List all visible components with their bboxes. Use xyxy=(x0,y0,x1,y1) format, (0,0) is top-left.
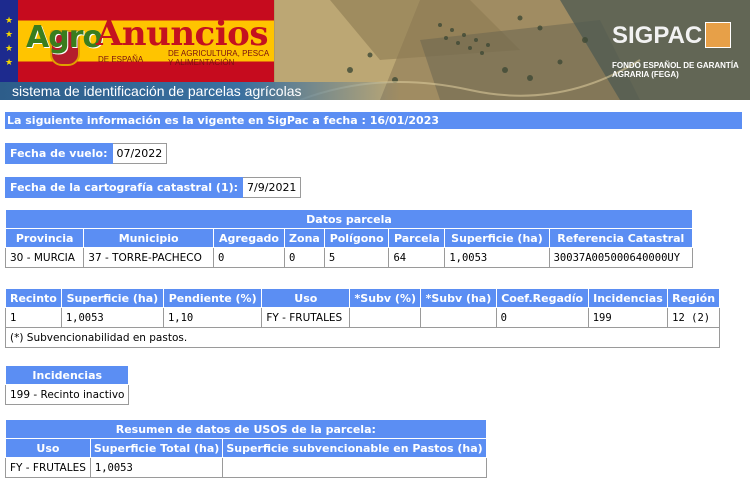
fecha-cartografia-field: Fecha de la cartografía catastral (1): 7… xyxy=(4,177,302,198)
header-poligono: Polígono xyxy=(323,228,390,248)
header-superficie: Superficie (ha) xyxy=(444,228,550,248)
logo-agro: Agro xyxy=(26,20,103,55)
table-row: 30 - MURCIA 37 - TORRE-PACHECO 0 0 5 64 … xyxy=(4,247,694,268)
datos-parcela-title: Datos parcela xyxy=(5,209,693,229)
fecha-vuelo-field: Fecha de vuelo: 07/2022 xyxy=(5,143,168,164)
cell-referencia-catastral: 30037A005000640000UY xyxy=(548,247,694,268)
header-provincia: Provincia xyxy=(4,228,85,248)
header-municipio: Municipio xyxy=(83,228,215,248)
cell-parcela: 64 xyxy=(388,247,446,268)
fecha-vuelo-value: 07/2022 xyxy=(111,143,168,164)
cell-zona: 0 xyxy=(283,247,325,268)
logo-anuncios: Anuncios xyxy=(96,14,268,54)
fecha-cartografia-label: Fecha de la cartografía catastral (1): xyxy=(4,177,244,198)
cell-superficie-pastos xyxy=(222,457,487,478)
cell-subv-pct xyxy=(349,307,422,328)
header-zona: Zona xyxy=(283,228,325,248)
table-row: FY - FRUTALES 1,0053 xyxy=(5,457,487,478)
incidencias-title: Incidencias xyxy=(4,365,130,385)
header-incidencias: Incidencias xyxy=(587,288,669,308)
header-superficie-total: Superficie Total (ha) xyxy=(89,438,224,458)
eu-stars-icon: ★ ★ ★ ★ xyxy=(4,16,14,68)
cell-pendiente: 1,10 xyxy=(162,307,263,328)
tagline: sistema de identificación de parcelas ag… xyxy=(12,83,302,99)
info-date-bar: La siguiente información es la vigente e… xyxy=(5,112,742,129)
fega-label: FONDO ESPAÑOL DE GARANTÍA AGRARIA (FEGA) xyxy=(612,61,739,79)
logo-subtitle-right: DE AGRICULTURA, PESCA Y ALIMENTACIÓN xyxy=(168,49,269,67)
cell-superficie-total: 1,0053 xyxy=(89,457,224,478)
sigpac-logo: SIGPAC xyxy=(612,22,703,49)
fecha-cartografia-value: 7/9/2021 xyxy=(242,177,302,198)
header-superficie-ha: Superficie (ha) xyxy=(60,288,164,308)
eu-flag: ★ ★ ★ ★ xyxy=(0,0,18,82)
header-banner: ★ ★ ★ ★ Agro Anuncios DE ESPAÑA DE AGRICULT… xyxy=(0,0,750,100)
header-agregado: Agregado xyxy=(213,228,285,248)
cell-agregado: 0 xyxy=(213,247,285,268)
resumen-usos-table: Resumen de datos de USOS de la parcela: … xyxy=(5,419,487,478)
cell-incidencias: 199 xyxy=(587,307,669,328)
header-recinto: Recinto xyxy=(5,288,62,308)
header-subv-pct: *Subv (%) xyxy=(349,288,422,308)
cell-provincia: 30 - MURCIA xyxy=(4,247,85,268)
header-resumen-uso: Uso xyxy=(5,438,91,458)
cell-coef-regadio: 0 xyxy=(495,307,589,328)
cell-region: 12 (2) xyxy=(667,307,720,328)
cell-recinto: 1 xyxy=(5,307,62,328)
header-region: Región xyxy=(667,288,720,308)
datos-parcela-table: Datos parcela Provincia Municipio Agrega… xyxy=(4,209,694,268)
cell-municipio: 37 - TORRE-PACHECO xyxy=(83,247,215,268)
incidencias-table: Incidencias 199 - Recinto inactivo xyxy=(4,365,130,405)
cell-uso: FY - FRUTALES xyxy=(261,307,351,328)
resumen-title: Resumen de datos de USOS de la parcela: xyxy=(5,419,487,439)
cell-superficie: 1,0053 xyxy=(444,247,550,268)
subvencionabilidad-note: (*) Subvencionabilidad en pastos. xyxy=(5,327,720,348)
logo-subtitle-left: DE ESPAÑA xyxy=(98,55,144,64)
table-row: 1 1,0053 1,10 FY - FRUTALES 0 199 12 (2) xyxy=(5,307,720,328)
header-subv-ha: *Subv (ha) xyxy=(420,288,497,308)
cell-poligono: 5 xyxy=(323,247,390,268)
header-pendiente: Pendiente (%) xyxy=(162,288,263,308)
header-coef-regadio: Coef.Regadío xyxy=(495,288,589,308)
sigpac-logo-icon xyxy=(705,22,731,48)
cell-superficie-ha: 1,0053 xyxy=(60,307,164,328)
recinto-table: Recinto Superficie (ha) Pendiente (%) Us… xyxy=(5,288,720,348)
table-row: 199 - Recinto inactivo xyxy=(4,384,130,405)
header-referencia-catastral: Referencia Catastral xyxy=(548,228,694,248)
header-superficie-pastos: Superficie subvencionable en Pastos (ha) xyxy=(222,438,487,458)
header-parcela: Parcela xyxy=(388,228,446,248)
cell-resumen-uso: FY - FRUTALES xyxy=(5,457,91,478)
header-uso: Uso xyxy=(261,288,351,308)
incidencia-value: 199 - Recinto inactivo xyxy=(4,384,130,405)
cell-subv-ha xyxy=(420,307,497,328)
fecha-vuelo-label: Fecha de vuelo: xyxy=(5,143,113,164)
